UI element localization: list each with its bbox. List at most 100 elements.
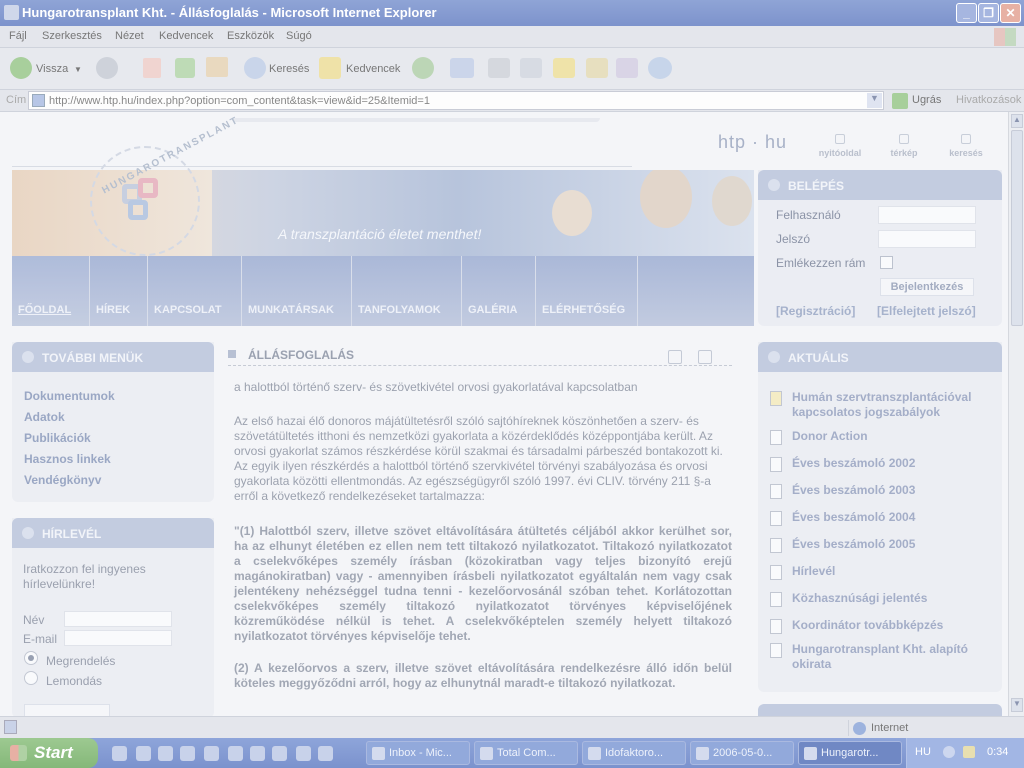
quicklaunch-excel-icon[interactable] <box>250 746 265 761</box>
address-dropdown-icon[interactable]: ▼ <box>867 93 882 108</box>
nav-news[interactable]: HÍREK <box>90 256 148 326</box>
nav-courses[interactable]: TANFOLYAMOK <box>352 256 462 326</box>
link-documents[interactable]: Dokumentumok <box>24 389 115 403</box>
topnav-home[interactable]: nyitóoldal <box>810 134 870 158</box>
subscribe-radio[interactable] <box>24 651 38 665</box>
vertical-scrollbar[interactable]: ▲ ▼ <box>1008 112 1024 716</box>
messenger-icon[interactable] <box>648 57 672 79</box>
refresh-icon[interactable] <box>175 58 195 78</box>
hungarotransplant-logo[interactable]: HUNGAROTRANSPLANT <box>90 115 241 256</box>
back-label[interactable]: Vissza <box>36 63 68 75</box>
article-header: ÁLLÁSFOGLALÁS <box>228 342 732 366</box>
menu-favorites[interactable]: Kedvencek <box>159 30 213 42</box>
stop-icon[interactable] <box>143 58 161 78</box>
nav-contact[interactable]: KAPCSOLAT <box>148 256 242 326</box>
tray-icon[interactable] <box>943 746 955 758</box>
search-icon[interactable] <box>244 57 266 79</box>
link-data[interactable]: Adatok <box>24 410 65 424</box>
quicklaunch-app-icon[interactable] <box>180 746 195 761</box>
task-inbox[interactable]: Inbox - Mic... <box>366 741 470 765</box>
scroll-up-icon[interactable]: ▲ <box>1011 114 1023 128</box>
go-button[interactable]: Ugrás <box>912 94 941 106</box>
name-input[interactable] <box>64 611 172 627</box>
task-hungarotransplant[interactable]: Hungarotr... <box>798 741 902 765</box>
article-title: ÁLLÁSFOGLALÁS <box>248 348 354 362</box>
nav-availability[interactable]: ELÉRHETŐSÉG <box>536 256 638 326</box>
photo-surgeon <box>640 170 692 228</box>
status-bar: Internet <box>0 716 1024 738</box>
language-indicator[interactable]: HU <box>915 746 931 758</box>
nav-gallery[interactable]: GALÉRIA <box>462 256 536 326</box>
discuss-icon[interactable] <box>553 58 575 78</box>
forward-arrow-icon[interactable] <box>96 57 118 79</box>
document-icon <box>770 457 782 472</box>
forgot-password-link[interactable]: [Elfelejtett jelszó] <box>877 304 976 318</box>
remember-checkbox[interactable] <box>880 256 893 269</box>
search-label[interactable]: Keresés <box>269 63 309 75</box>
tray-icon[interactable] <box>963 746 975 758</box>
close-button[interactable]: ✕ <box>1000 3 1021 23</box>
quicklaunch-ie-icon[interactable] <box>112 746 127 761</box>
go-arrow-icon[interactable] <box>892 93 908 109</box>
menu-tools[interactable]: Eszközök <box>227 30 274 42</box>
register-link[interactable]: [Regisztráció] <box>776 304 855 318</box>
newsletter-submit-button[interactable] <box>24 704 110 716</box>
quicklaunch-app-icon[interactable] <box>158 746 173 761</box>
task-2006[interactable]: 2006-05-0... <box>690 741 794 765</box>
tools-icon[interactable] <box>616 58 638 78</box>
page-status-icon <box>4 720 17 734</box>
pdf-icon[interactable] <box>668 350 682 364</box>
address-input[interactable]: http://www.htp.hu/index.php?option=com_c… <box>28 91 884 110</box>
topnav-sitemap[interactable]: térkép <box>874 134 934 158</box>
taskbar: Start Inbox - Mic... Total Com... Idofak… <box>0 738 1024 768</box>
document-icon <box>770 643 782 658</box>
links-button[interactable]: Hivatkozások <box>956 94 1021 106</box>
login-button[interactable]: Bejelentkezés <box>880 278 974 296</box>
menu-file[interactable]: Fájl <box>9 30 27 42</box>
address-label: Cím <box>6 94 27 106</box>
task-total-commander[interactable]: Total Com... <box>474 741 578 765</box>
home-icon[interactable] <box>206 57 228 77</box>
nav-home[interactable]: FŐOLDAL <box>12 256 90 326</box>
page-icon <box>32 94 45 107</box>
quicklaunch-word-icon[interactable] <box>228 746 243 761</box>
quicklaunch-powerpoint-icon[interactable] <box>272 746 287 761</box>
quicklaunch-app-icon[interactable] <box>296 746 311 761</box>
scroll-thumb[interactable] <box>1011 130 1023 326</box>
email-icon[interactable] <box>698 350 712 364</box>
quicklaunch-outlook-icon[interactable] <box>136 746 151 761</box>
history-icon[interactable] <box>412 57 434 79</box>
task-idofaktoro[interactable]: Idofaktoro... <box>582 741 686 765</box>
password-input[interactable] <box>878 230 976 248</box>
favorites-label[interactable]: Kedvencek <box>346 63 400 75</box>
back-arrow-icon[interactable] <box>10 57 32 79</box>
maximize-button[interactable]: ❐ <box>978 3 999 23</box>
menu-help[interactable]: Súgó <box>286 30 312 42</box>
research-icon[interactable] <box>586 58 608 78</box>
favorites-star-icon[interactable] <box>319 57 341 79</box>
scroll-down-icon[interactable]: ▼ <box>1011 698 1023 712</box>
back-dropdown-icon[interactable]: ▼ <box>74 65 82 74</box>
print-icon[interactable] <box>488 58 510 78</box>
menu-view[interactable]: Nézet <box>115 30 144 42</box>
banner-slogan: A transzplantáció életet menthet! <box>278 226 482 242</box>
edit-icon[interactable] <box>520 58 542 78</box>
mail-icon[interactable] <box>450 58 474 78</box>
link-publications[interactable]: Publikációk <box>24 431 91 445</box>
windows-flag-icon <box>10 745 27 761</box>
link-guestbook[interactable]: Vendégkönyv <box>24 473 101 487</box>
menu-edit[interactable]: Szerkesztés <box>42 30 102 42</box>
link-useful-links[interactable]: Hasznos linkek <box>24 452 111 466</box>
minimize-button[interactable]: _ <box>956 3 977 23</box>
email-input[interactable] <box>64 630 172 646</box>
quicklaunch-app-icon[interactable] <box>318 746 333 761</box>
nav-staff[interactable]: MUNKATÁRSAK <box>242 256 352 326</box>
quicklaunch-media-icon[interactable] <box>204 746 219 761</box>
unsubscribe-radio[interactable] <box>24 671 38 685</box>
username-input[interactable] <box>878 206 976 224</box>
address-url[interactable]: http://www.htp.hu/index.php?option=com_c… <box>49 95 430 107</box>
password-label: Jelszó <box>776 232 811 246</box>
topnav-search[interactable]: keresés <box>936 134 996 158</box>
start-button[interactable]: Start <box>0 738 98 768</box>
bullet-icon <box>228 350 236 358</box>
